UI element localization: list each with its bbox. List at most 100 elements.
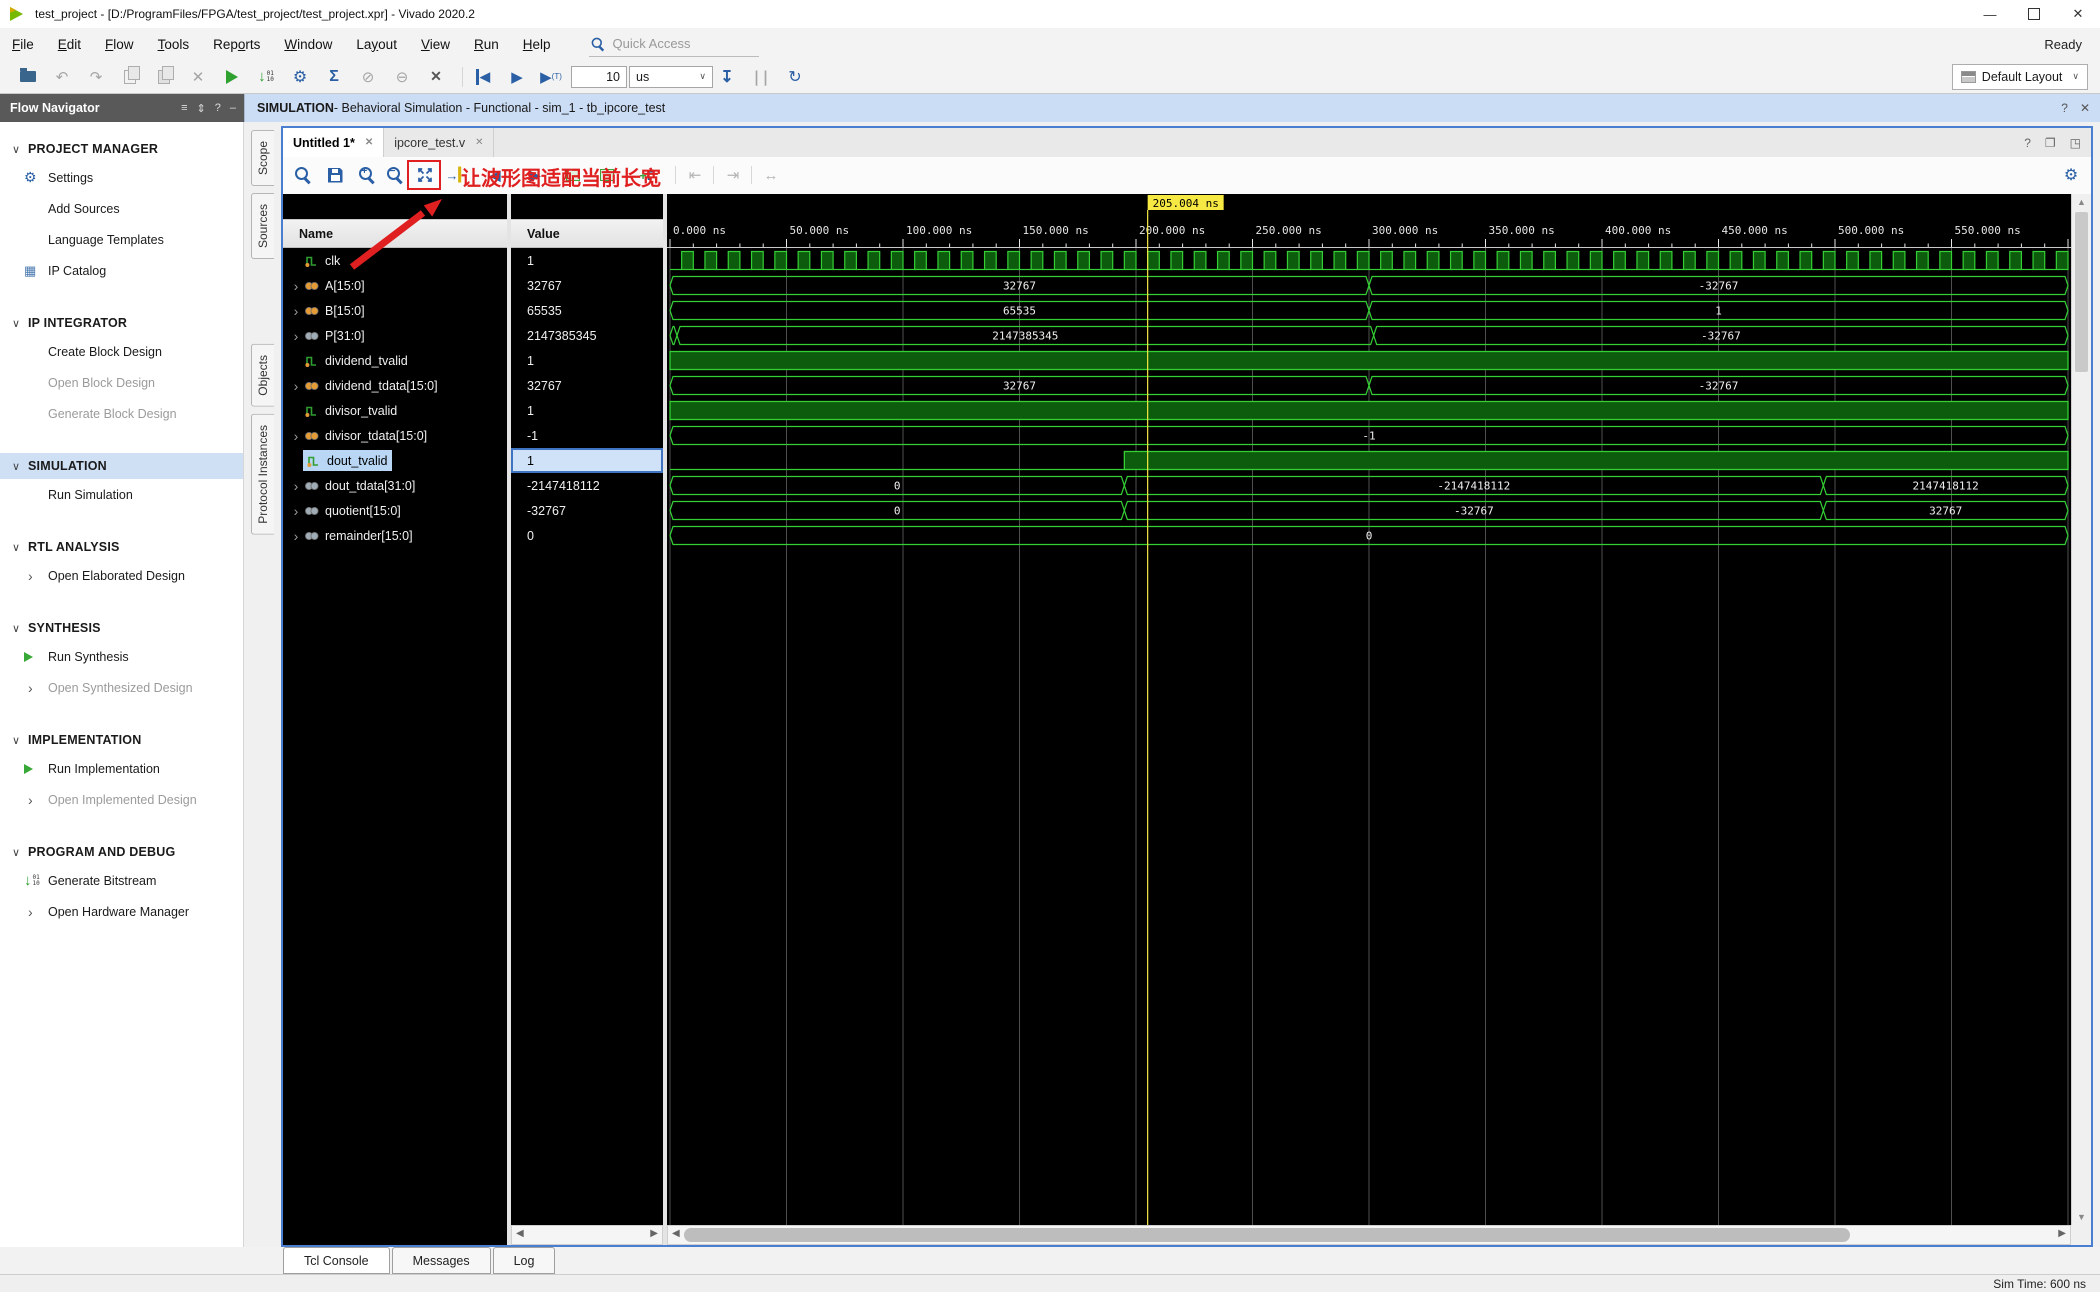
flow-section-simulation[interactable]: ∨ SIMULATION — [0, 453, 243, 479]
signal-row-quotient-15-0-[interactable]: › quotient[15:0] — [283, 498, 507, 523]
signal-value-remainder-15-0-[interactable]: 0 — [511, 523, 663, 548]
signal-value-quotient-15-0-[interactable]: -32767 — [511, 498, 663, 523]
collapse-all-icon[interactable]: ≡ — [181, 102, 187, 115]
wave-search-icon[interactable] — [291, 163, 315, 187]
close-icon[interactable]: ✕ — [475, 137, 483, 148]
scroll-left-icon[interactable]: ◀ — [672, 1228, 680, 1239]
menu-file[interactable]: File — [0, 33, 46, 56]
close-button[interactable]: ✕ — [2056, 0, 2100, 28]
signal-row-divisor-tvalid[interactable]: divisor_tvalid — [283, 398, 507, 423]
flow-item-open-elaborated-design[interactable]: › Open Elaborated Design — [0, 560, 243, 591]
signal-row-divisor-tdata-15-0-[interactable]: › divisor_tdata[15:0] — [283, 423, 507, 448]
expand-chevron-icon[interactable]: › — [289, 428, 303, 444]
expand-collapse-icon[interactable]: ⇕ — [197, 102, 206, 115]
flow-item-ip-catalog[interactable]: ▦ IP Catalog — [0, 255, 243, 286]
previous-transition-icon[interactable]: ◀ — [483, 163, 507, 187]
scrollbar-thumb[interactable] — [2075, 212, 2088, 372]
flow-section-ip-integrator[interactable]: ∨ IP INTEGRATOR — [0, 310, 243, 336]
side-tab-objects[interactable]: Objects — [251, 344, 274, 407]
side-tab-protocol-instances[interactable]: Protocol Instances — [251, 413, 274, 535]
close-panel-icon[interactable]: ✕ — [2080, 101, 2090, 115]
signal-row-dividend-tvalid[interactable]: dividend_tvalid — [283, 348, 507, 373]
flow-section-implementation[interactable]: ∨ IMPLEMENTATION — [0, 727, 243, 753]
maximize-panel-icon[interactable]: ◳ — [2070, 136, 2081, 150]
vertical-scrollbar[interactable]: ▲ ▼ — [2071, 194, 2091, 1225]
float-window-icon[interactable]: ❐ — [2045, 136, 2056, 150]
layout-selector[interactable]: Default Layout ∨ — [1951, 63, 2088, 90]
signal-value-dout-tvalid[interactable]: 1 — [511, 448, 663, 473]
settings-gear-icon[interactable]: ⚙ — [286, 64, 314, 90]
wave-settings-gear-icon[interactable]: ⚙ — [2059, 163, 2083, 187]
help-icon[interactable]: ? — [215, 102, 221, 115]
signal-row-remainder-15-0-[interactable]: › remainder[15:0] — [283, 523, 507, 548]
scroll-right-icon[interactable]: ▶ — [2058, 1228, 2066, 1239]
break-icon[interactable]: ✕ — [422, 64, 450, 90]
tab-ipcore-test-v[interactable]: ipcore_test.v ✕ — [384, 128, 495, 157]
menu-layout[interactable]: Layout — [344, 33, 409, 56]
signal-value-divisor-tdata-15-0-[interactable]: -1 — [511, 423, 663, 448]
zoom-out-icon[interactable]: − — [383, 163, 407, 187]
signal-value-A-15-0-[interactable]: 32767 — [511, 273, 663, 298]
menu-tools[interactable]: Tools — [146, 33, 202, 56]
flow-item-language-templates[interactable]: Language Templates — [0, 224, 243, 255]
scroll-up-icon[interactable]: ▲ — [2072, 197, 2091, 207]
flow-item-generate-bitstream[interactable]: ↓ 01 10 Generate Bitstream — [0, 865, 243, 896]
zoom-in-icon[interactable]: + — [355, 163, 379, 187]
wave-style-icon-1[interactable] — [561, 163, 585, 187]
expand-chevron-icon[interactable]: › — [289, 478, 303, 494]
value-column-header[interactable]: Value — [511, 219, 663, 248]
signal-value-dividend-tvalid[interactable]: 1 — [511, 348, 663, 373]
paste-icon[interactable] — [150, 64, 178, 90]
scrollbar-thumb[interactable] — [684, 1228, 1850, 1242]
menu-view[interactable]: View — [409, 33, 462, 56]
scroll-right-icon[interactable]: ▶ — [650, 1228, 658, 1239]
quick-access-search[interactable]: Quick Access — [588, 32, 759, 57]
name-column-header[interactable]: Name — [283, 219, 507, 248]
flow-item-run-simulation[interactable]: Run Simulation — [0, 479, 243, 510]
flow-section-program-and-debug[interactable]: ∨ PROGRAM AND DEBUG — [0, 839, 243, 865]
menu-help[interactable]: Help — [511, 33, 563, 56]
signal-value-B-15-0-[interactable]: 65535 — [511, 298, 663, 323]
run-icon[interactable] — [218, 64, 246, 90]
sim-restart-icon[interactable]: ◀ — [469, 64, 497, 90]
expand-chevron-icon[interactable]: › — [289, 378, 303, 394]
signal-row-dividend-tdata-15-0-[interactable]: › dividend_tdata[15:0] — [283, 373, 507, 398]
menu-flow[interactable]: Flow — [93, 33, 146, 56]
flow-item-create-block-design[interactable]: Create Block Design — [0, 336, 243, 367]
add-marker-icon[interactable]: + Γ — [635, 163, 659, 187]
console-tab-log[interactable]: Log — [492, 1247, 556, 1274]
tab-untitled-1-[interactable]: Untitled 1* ✕ — [283, 128, 385, 157]
flow-item-add-sources[interactable]: Add Sources — [0, 193, 243, 224]
expand-chevron-icon[interactable]: › — [289, 328, 303, 344]
expand-chevron-icon[interactable]: › — [289, 303, 303, 319]
open-project-icon[interactable] — [14, 64, 42, 90]
menu-run[interactable]: Run — [462, 33, 511, 56]
signal-value-divisor-tvalid[interactable]: 1 — [511, 398, 663, 423]
console-tab-tcl-console[interactable]: Tcl Console — [283, 1247, 390, 1274]
wave-save-icon[interactable] — [323, 163, 347, 187]
report-sigma-icon[interactable]: Σ — [320, 64, 348, 90]
menu-edit[interactable]: Edit — [46, 33, 93, 56]
delete-icon[interactable]: ✕ — [184, 64, 212, 90]
signal-row-A-15-0-[interactable]: › A[15:0] — [283, 273, 507, 298]
sim-relaunch-icon[interactable]: ↻ — [781, 64, 809, 90]
menu-window[interactable]: Window — [272, 33, 344, 56]
flow-item-settings[interactable]: ⚙ Settings — [0, 162, 243, 193]
signal-row-P-31-0-[interactable]: › P[31:0] — [283, 323, 507, 348]
generate-bitstream-icon[interactable]: ↓ 01 10 — [252, 64, 280, 90]
close-icon[interactable]: ✕ — [365, 137, 373, 148]
redo-icon[interactable]: ↷ — [82, 64, 110, 90]
signal-value-P-31-0-[interactable]: 2147385345 — [511, 323, 663, 348]
minimize-panel-icon[interactable]: – — [230, 102, 236, 115]
signal-value-dout-tdata-31-0-[interactable]: -2147418112 — [511, 473, 663, 498]
next-transition-icon[interactable]: ▶ — [523, 163, 547, 187]
help-icon[interactable]: ? — [2024, 136, 2031, 150]
sim-step-icon[interactable]: ↧ — [713, 64, 741, 90]
maximize-button[interactable] — [2012, 0, 2056, 28]
wave-hscrollbar[interactable]: ◀ ▶ — [667, 1225, 2071, 1245]
expand-chevron-icon[interactable]: › — [289, 503, 303, 519]
zoom-to-cursor-icon[interactable]: → ▎ — [445, 163, 469, 187]
expand-chevron-icon[interactable]: › — [289, 278, 303, 294]
flow-section-synthesis[interactable]: ∨ SYNTHESIS — [0, 615, 243, 641]
console-tab-messages[interactable]: Messages — [391, 1247, 491, 1274]
